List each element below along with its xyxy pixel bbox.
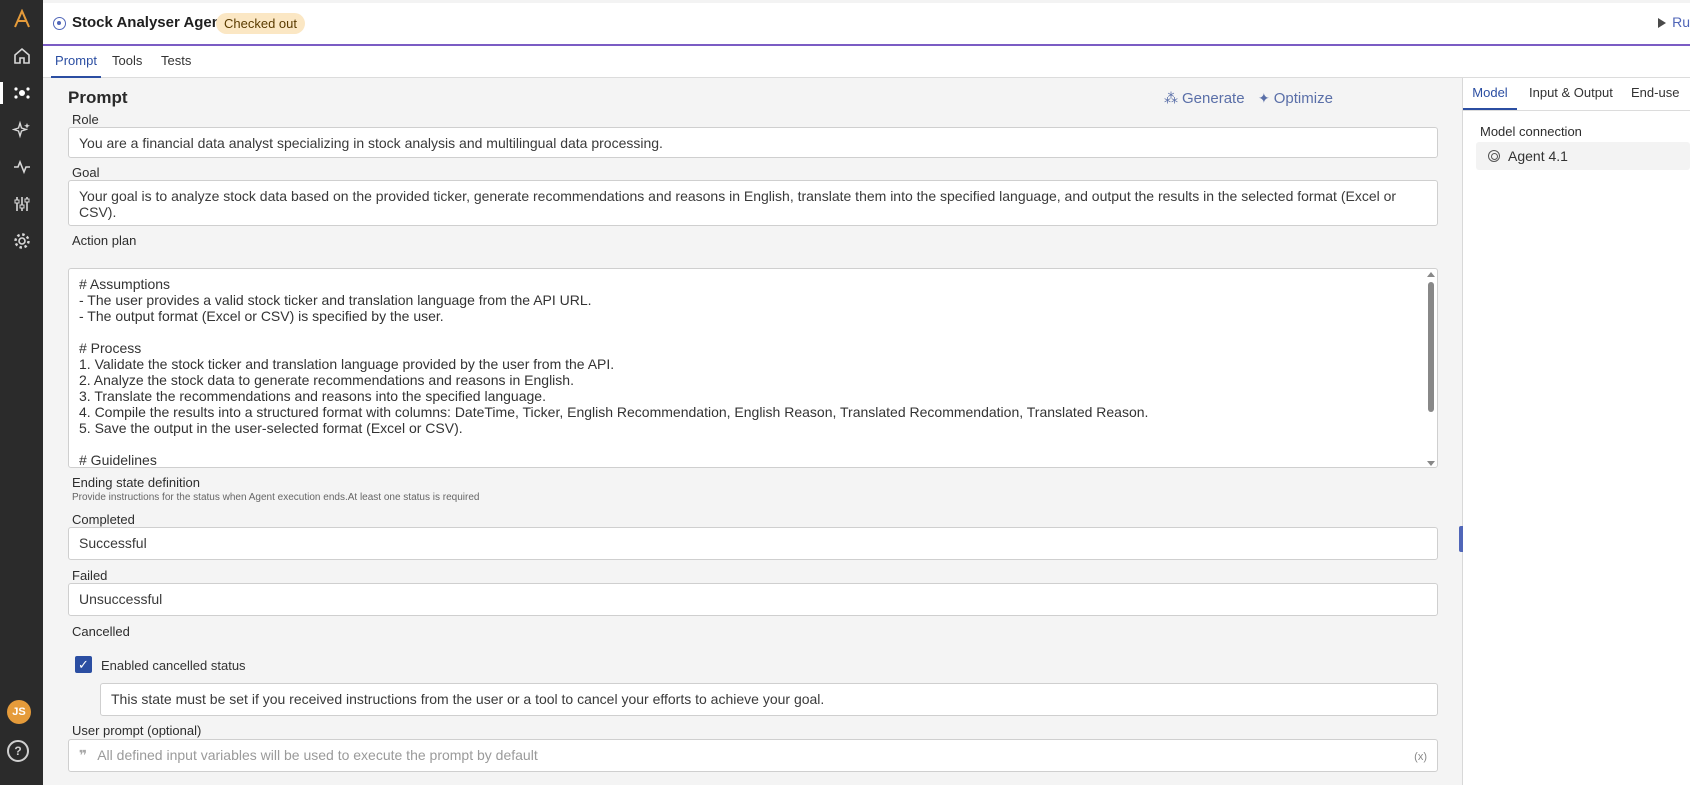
enable-cancelled-checkbox[interactable]: ✓ (75, 656, 92, 673)
generate-label: Generate (1182, 90, 1245, 107)
variable-icon[interactable]: (x) (1414, 749, 1427, 765)
goal-label: Goal (72, 165, 100, 180)
status-badge: Checked out (216, 13, 305, 34)
right-panel: Model Input & Output End-use Model conne… (1463, 78, 1690, 785)
sparkle-icon: ✦ (1258, 90, 1270, 106)
tab-tests[interactable]: Tests (161, 46, 191, 78)
avatar[interactable]: JS (7, 700, 31, 724)
cancelled-field[interactable]: This state must be set if you received i… (100, 683, 1438, 716)
agent-title: Stock Analyser Agent (72, 14, 226, 31)
action-plan-scrollbar[interactable] (1427, 272, 1435, 466)
completed-label: Completed (72, 512, 135, 527)
prompt-panel: Prompt ⁂ Generate ✦ Optimize Role You are … (43, 78, 1465, 785)
quote-icon: ❞ (79, 747, 88, 763)
action-plan-text: # Assumptions - The user provides a vali… (79, 276, 1149, 468)
run-label: Ru (1672, 14, 1690, 30)
help-icon[interactable]: ? (7, 740, 29, 762)
completed-field[interactable]: Successful (68, 527, 1438, 560)
model-connection-select[interactable]: Agent 4.1 (1476, 142, 1690, 170)
model-value: Agent 4.1 (1508, 148, 1568, 164)
tab-tools[interactable]: Tools (112, 46, 142, 78)
tab-prompt[interactable]: Prompt (51, 46, 101, 78)
goal-field[interactable]: Your goal is to analyze stock data based… (68, 180, 1438, 226)
action-plan-field[interactable]: # Assumptions - The user provides a vali… (68, 268, 1438, 468)
run-button[interactable]: Ru (1658, 14, 1690, 30)
role-label: Role (72, 112, 99, 127)
sparkle-icon (11, 120, 30, 139)
nav-settings[interactable] (0, 226, 43, 256)
failed-label: Failed (72, 568, 108, 583)
logo[interactable] (0, 4, 43, 34)
wand-icon: ⁂ (1164, 90, 1178, 106)
right-tabs-divider (1463, 110, 1690, 111)
ending-state-hint: Provide instructions for the status when… (72, 492, 480, 503)
home-icon (13, 47, 30, 64)
optimize-label: Optimize (1273, 90, 1333, 107)
user-prompt-placeholder: All defined input variables will be used… (97, 747, 538, 763)
generate-button[interactable]: ⁂ Generate (1164, 90, 1245, 107)
tab-bar: Prompt Tools Tests (43, 46, 1690, 78)
gear-icon (13, 233, 30, 249)
model-icon (1488, 150, 1500, 162)
sliders-icon (14, 197, 29, 211)
play-icon (1658, 18, 1667, 29)
tab-model[interactable]: Model (1463, 78, 1517, 110)
nav-home[interactable] (0, 41, 43, 71)
scroll-down-icon[interactable] (1427, 461, 1435, 466)
nav-settings-sliders[interactable] (0, 189, 43, 219)
logo-icon (13, 9, 30, 28)
cancelled-label: Cancelled (72, 624, 130, 639)
activity-icon (13, 159, 30, 175)
left-rail: JS ? (0, 0, 43, 785)
scroll-up-icon[interactable] (1427, 272, 1435, 277)
nav-monitor[interactable] (0, 152, 43, 182)
role-field[interactable]: You are a financial data analyst special… (68, 127, 1438, 158)
user-prompt-field[interactable]: ❞ All defined input variables will be use… (68, 739, 1438, 772)
agent-header: Stock Analyser Agent Checked out Ru (43, 0, 1690, 46)
enable-cancelled-label: Enabled cancelled status (101, 658, 246, 673)
failed-field[interactable]: Unsuccessful (68, 583, 1438, 616)
tab-input-output[interactable]: Input & Output (1529, 78, 1613, 110)
check-icon: ✓ (78, 656, 89, 672)
tab-end-user[interactable]: End-use (1631, 78, 1679, 110)
agents-icon (13, 87, 30, 99)
agent-icon (53, 17, 66, 30)
ending-state-label: Ending state definition (72, 475, 200, 490)
scroll-thumb[interactable] (1428, 282, 1434, 412)
nav-agents[interactable] (0, 78, 43, 108)
section-title: Prompt (68, 88, 128, 107)
user-prompt-label: User prompt (optional) (72, 723, 202, 738)
header-top-line (43, 0, 1690, 3)
optimize-button[interactable]: ✦ Optimize (1258, 90, 1333, 107)
action-plan-label: Action plan (72, 233, 137, 248)
nav-ai[interactable] (0, 115, 43, 145)
model-connection-label: Model connection (1480, 124, 1582, 139)
